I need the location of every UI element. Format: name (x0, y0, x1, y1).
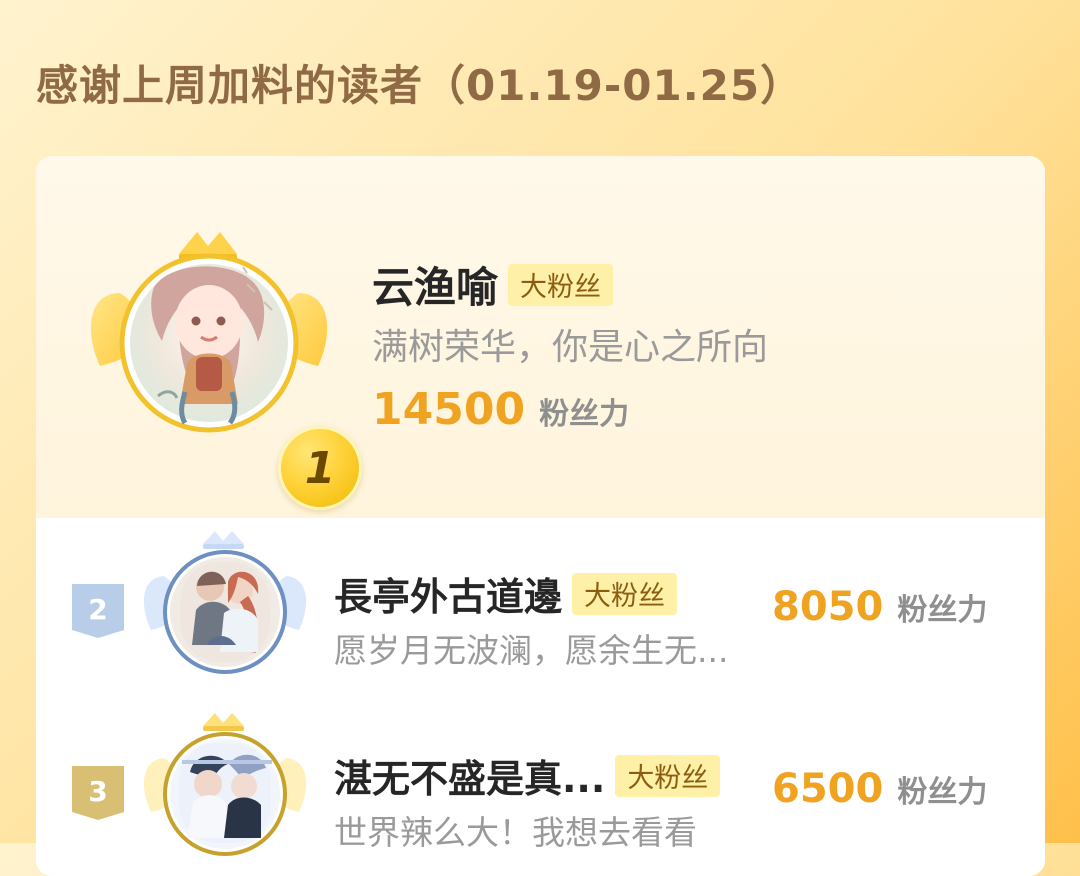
page-title: 感谢上周加料的读者（01.19-01.25） (36, 61, 804, 110)
reader-name-row-2[interactable]: 長亭外古道邊 大粉丝 (334, 566, 678, 621)
top-reader-avatar-art (90, 232, 328, 433)
top-reader-score-unit: 粉丝力 (539, 397, 630, 432)
reader-avatar-2 (180, 562, 270, 662)
rank-flag-3: 3 (72, 766, 124, 820)
top-reader-score: 14500 粉丝力 (372, 384, 629, 435)
top-reader-score-value: 14500 (372, 384, 526, 435)
reader-score-row: 8050 粉丝力 (772, 584, 987, 630)
reader-name-row-3[interactable]: 湛无不盛是真... 大粉丝 (334, 748, 721, 803)
reader-avatar-frame-3[interactable] (140, 706, 310, 866)
other-readers-list: 2 長亭外古道邊 大粉丝 愿岁月无波澜，愿余生无... 8050 粉丝力 3 湛… (36, 518, 1045, 876)
rank-medal-badge: 1 (278, 426, 362, 510)
top-reader-name[interactable]: 云渔喻 (372, 254, 498, 315)
top-reader-avatar-frame[interactable]: 1 (84, 220, 362, 510)
reader-score-unit: 粉丝力 (897, 775, 988, 810)
rank-number: 3 (88, 775, 108, 808)
top-reader-card[interactable]: 1 云渔喻 大粉丝 满树荣华，你是心之所向 14500 粉丝力 (36, 156, 1045, 518)
fan-badge: 大粉丝 (572, 572, 678, 615)
rank-number: 2 (88, 593, 108, 626)
top-reader-name-row[interactable]: 云渔喻 大粉丝 (372, 254, 614, 315)
reader-score-value: 8050 (772, 584, 884, 630)
reader-message: 世界辣么大！我想去看看 (334, 813, 697, 852)
reader-score-unit: 粉丝力 (897, 593, 988, 628)
reader-avatar-frame-2[interactable] (140, 524, 310, 684)
reader-name[interactable]: 湛无不盛是真... (334, 748, 605, 803)
crown-icon (203, 713, 244, 731)
rank-flag-2: 2 (72, 584, 124, 638)
fan-badge: 大粉丝 (615, 754, 721, 797)
reader-leaderboard: 1 云渔喻 大粉丝 满树荣华，你是心之所向 14500 粉丝力 2 長亭外古道邊… (36, 156, 1045, 876)
reader-avatar-art-3 (143, 713, 307, 856)
top-fan-badge: 大粉丝 (508, 263, 614, 306)
top-reader-message: 满树荣华，你是心之所向 (372, 327, 769, 368)
reader-score-value: 6500 (772, 766, 884, 812)
reader-avatar-art-2 (143, 531, 307, 674)
reader-name[interactable]: 長亭外古道邊 (334, 566, 562, 621)
reader-message: 愿岁月无波澜，愿余生无... (334, 631, 729, 670)
reader-score-row: 6500 粉丝力 (772, 766, 987, 812)
reader-avatar-3 (179, 743, 272, 843)
crown-icon (203, 531, 244, 549)
